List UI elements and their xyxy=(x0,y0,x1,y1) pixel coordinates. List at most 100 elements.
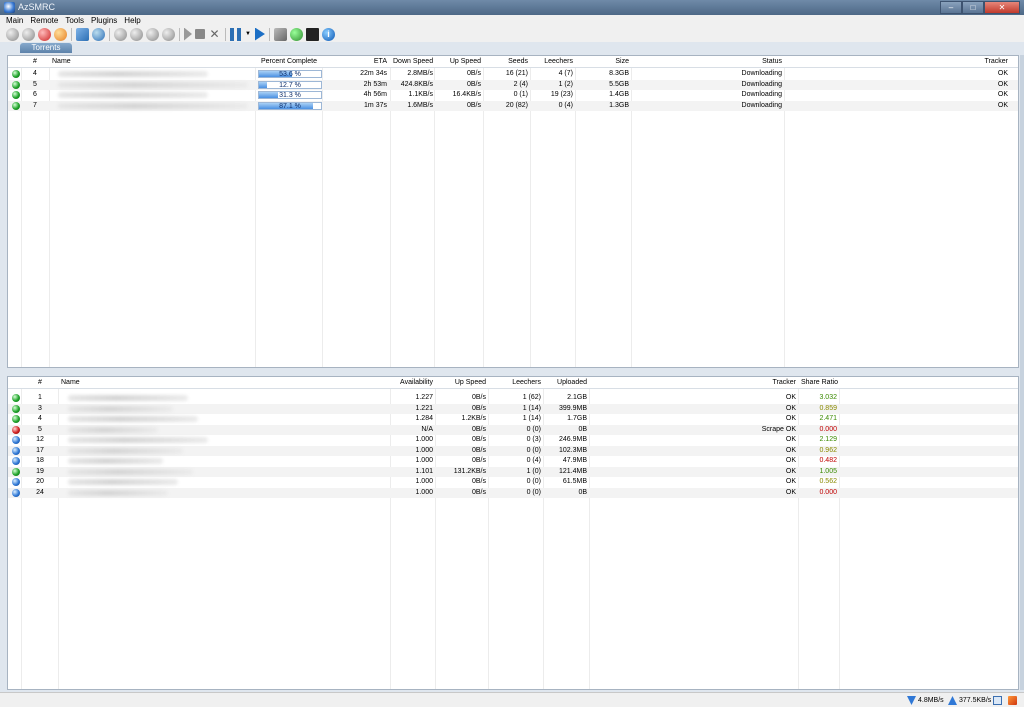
tab-torrents[interactable]: Torrents xyxy=(20,43,72,53)
edit-icon[interactable] xyxy=(76,27,89,41)
detail-uploaded: 121.4MB xyxy=(558,467,587,475)
minimize-button[interactable]: – xyxy=(940,1,962,14)
col-status[interactable]: Status xyxy=(632,56,784,68)
globe-icon[interactable] xyxy=(92,27,105,41)
toolbar-separator xyxy=(71,27,72,41)
col-leechers[interactable]: Leechers xyxy=(531,56,575,68)
col-name[interactable]: Name xyxy=(59,377,389,389)
upload-speed-icon xyxy=(948,696,957,705)
detail-availability: 1.000 xyxy=(415,436,433,443)
table-row[interactable]: 12 1.000 0B/s 0 (3) 246.9MB OK 2.129 xyxy=(8,435,1018,445)
table-row[interactable]: 18 1.000 0B/s 0 (4) 47.9MB OK 0.482 xyxy=(8,456,1018,466)
torrent-eta: 1m 37s xyxy=(364,101,387,109)
col-availability[interactable]: Availability xyxy=(391,377,435,389)
col-share-ratio[interactable]: Share Ratio xyxy=(799,377,839,389)
table-row[interactable]: 24 1.000 0B/s 0 (0) 0B OK 0.000 xyxy=(8,487,1018,498)
torrent-eta: 4h 56m xyxy=(363,91,387,98)
progress-text: 53.6 % xyxy=(279,71,301,78)
resume-all-icon[interactable] xyxy=(254,27,265,41)
refresh-icon[interactable] xyxy=(54,27,67,41)
download-speed: 4.8MB/s xyxy=(918,697,944,704)
status-blue-icon xyxy=(12,446,20,455)
table-row[interactable]: 3 1.221 0B/s 1 (14) 399.9MB OK 0.859 xyxy=(8,403,1018,414)
start-icon[interactable] xyxy=(184,27,192,41)
detail-uploaded: 0B xyxy=(578,488,587,496)
table-row[interactable]: 7 87.1 % 1m 37s 1.6MB/s 0B/s 20 (82) 0 (4) 1.3G… xyxy=(8,100,1018,111)
column-divider xyxy=(530,68,531,367)
col-tracker[interactable]: Tracker xyxy=(785,56,1010,68)
col-uploaded[interactable]: Uploaded xyxy=(544,377,589,389)
col-down-speed[interactable]: Down Speed xyxy=(391,56,435,68)
col-size[interactable]: Size xyxy=(576,56,631,68)
detail-up-speed: 0B/s xyxy=(471,404,486,412)
detail-availability: 1.000 xyxy=(415,446,433,454)
open-torrent-icon[interactable] xyxy=(6,27,19,41)
detail-up-speed: 0B/s xyxy=(471,488,486,496)
menu-plugins[interactable]: Plugins xyxy=(91,15,117,26)
table-row[interactable]: 1 1.227 0B/s 1 (62) 2.1GB OK 3.032 xyxy=(8,393,1018,403)
col-num[interactable]: # xyxy=(22,56,48,68)
progress-text: 31.3 % xyxy=(279,92,301,99)
detail-leechers: 0 (3) xyxy=(526,436,541,443)
info-icon[interactable]: i xyxy=(321,27,335,41)
col-seeds[interactable]: Seeds xyxy=(484,56,530,68)
table-row[interactable]: 19 1.101 131.2KB/s 1 (0) 121.4MB OK 1.005 xyxy=(8,466,1018,477)
table-row[interactable]: 5 N/A 0B/s 0 (0) 0B Scrape OK 0.000 xyxy=(8,424,1018,435)
col-tracker[interactable]: Tracker xyxy=(590,377,798,389)
stop-icon[interactable] xyxy=(195,29,205,39)
col-percent[interactable]: Percent Complete xyxy=(256,56,322,68)
torrent-leechers: 19 (23) xyxy=(550,91,573,98)
table-row[interactable]: 6 31.3 % 4h 56m 1.1KB/s 16.4KB/s 0 (1) 19 (23)… xyxy=(8,90,1018,100)
col-eta[interactable]: ETA xyxy=(323,56,389,68)
close-button[interactable]: ✕ xyxy=(984,1,1020,14)
pause-all-icon[interactable] xyxy=(230,27,242,41)
col-up-speed[interactable]: Up Speed xyxy=(436,377,488,389)
menu-tools[interactable]: Tools xyxy=(65,15,84,26)
table-row[interactable]: 4 1.284 1.2KB/s 1 (14) 1.7GB OK 2.471 xyxy=(8,414,1018,424)
menu-help[interactable]: Help xyxy=(124,15,140,26)
connection-icon[interactable] xyxy=(993,696,1002,705)
status-blue-icon xyxy=(12,488,20,497)
menu-remote[interactable]: Remote xyxy=(30,15,58,26)
table-row[interactable]: 17 1.000 0B/s 0 (0) 102.3MB OK 0.962 xyxy=(8,445,1018,456)
delete-icon[interactable]: ✕ xyxy=(208,27,221,41)
detail-availability: N/A xyxy=(421,425,433,433)
pane-splitter[interactable] xyxy=(7,369,1019,375)
detail-num: 5 xyxy=(38,425,42,433)
settings-icon[interactable] xyxy=(273,27,287,41)
detail-tracker: OK xyxy=(785,415,796,422)
maximize-button[interactable]: □ xyxy=(962,1,984,14)
toolbar-separator xyxy=(268,27,270,41)
move-down-icon[interactable] xyxy=(146,27,159,41)
table-row[interactable]: 4 53.6 % 22m 34s 2.8MB/s 0B/s 16 (21) 4 (7) 8.3… xyxy=(8,69,1018,79)
move-top-icon[interactable] xyxy=(114,27,127,41)
detail-tracker: Scrape OK xyxy=(761,425,796,433)
users-icon[interactable] xyxy=(289,27,303,41)
console-icon[interactable] xyxy=(305,27,319,41)
torrent-name-redacted xyxy=(58,71,208,77)
open-url-icon[interactable] xyxy=(22,27,35,41)
column-divider xyxy=(483,68,484,367)
detail-leechers: 1 (14) xyxy=(522,404,541,412)
detail-tracker: OK xyxy=(785,478,796,485)
col-leechers[interactable]: Leechers xyxy=(489,377,543,389)
vertical-scrollbar-edge[interactable] xyxy=(1020,55,1024,690)
table-row[interactable]: 20 1.000 0B/s 0 (0) 61.5MB OK 0.562 xyxy=(8,477,1018,487)
detail-uploaded: 2.1GB xyxy=(567,394,587,401)
move-bottom-icon[interactable] xyxy=(162,27,175,41)
table-row[interactable]: 5 12.7 % 2h 53m 424.8KB/s 0B/s 2 (4) 1 (2) 5.5G… xyxy=(8,79,1018,90)
detail-num: 20 xyxy=(36,478,44,485)
move-up-icon[interactable] xyxy=(130,27,143,41)
col-num[interactable]: # xyxy=(22,377,58,389)
col-name[interactable]: Name xyxy=(50,56,255,68)
status-blue-icon xyxy=(12,436,20,444)
remove-torrent-icon[interactable] xyxy=(38,27,51,41)
app-icon xyxy=(4,2,15,13)
col-up-speed[interactable]: Up Speed xyxy=(435,56,483,68)
detail-share-ratio: 0.859 xyxy=(819,404,837,412)
alert-icon[interactable] xyxy=(1008,696,1017,705)
status-green-icon xyxy=(12,467,20,476)
pause-dropdown-icon[interactable]: ▼ xyxy=(245,31,251,37)
menu-main[interactable]: Main xyxy=(6,15,23,26)
torrent-status: Downloading xyxy=(741,101,782,109)
